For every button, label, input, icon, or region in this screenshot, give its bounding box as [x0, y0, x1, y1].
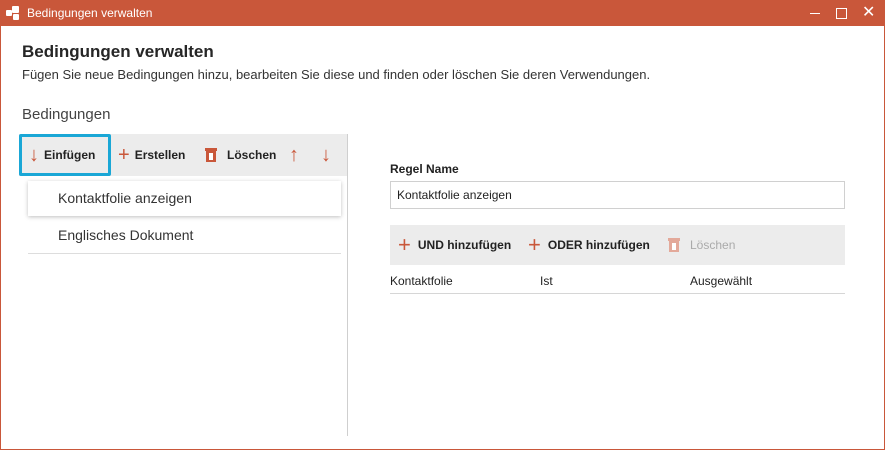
trash-icon [668, 238, 680, 252]
maximize-icon [836, 8, 847, 19]
add-or-button[interactable]: + ODER hinzufügen [528, 225, 650, 265]
add-and-label: UND hinzufügen [417, 238, 512, 252]
move-down-button[interactable]: ↓ [321, 134, 336, 176]
conditions-section-label: Bedingungen [22, 106, 111, 123]
list-item-label: Englisches Dokument [58, 227, 194, 243]
window-title: Bedingungen verwalten [27, 6, 153, 20]
create-button-label: Erstellen [134, 148, 186, 162]
minimize-icon [810, 13, 820, 14]
add-and-button[interactable]: + UND hinzufügen [398, 225, 511, 265]
app-icon [6, 6, 20, 20]
move-up-button[interactable]: ↑ [289, 134, 304, 176]
rule-name-input[interactable] [390, 181, 845, 209]
condition-value: Ausgewählt [690, 274, 753, 288]
list-item-label: Kontaktfolie anzeigen [58, 190, 192, 206]
insert-button-label: Einfügen [44, 148, 96, 162]
list-item[interactable]: Kontaktfolie anzeigen [28, 181, 341, 216]
dialog-window: Bedingungen verwalten ✕ Bedingungen verw… [0, 0, 885, 450]
list-item[interactable]: Englisches Dokument [28, 218, 341, 254]
arrow-down-icon: ↓ [29, 143, 39, 166]
arrow-up-icon: ↑ [289, 143, 299, 166]
minimize-button[interactable] [801, 1, 829, 26]
plus-icon: + [528, 232, 541, 257]
page-subtitle: Fügen Sie neue Bedingungen hinzu, bearbe… [22, 67, 651, 82]
panel-divider [347, 134, 348, 436]
rule-name-label: Regel Name [390, 162, 459, 176]
page-title: Bedingungen verwalten [22, 42, 214, 61]
table-row[interactable]: Kontaktfolie Ist Ausgewählt [390, 267, 845, 294]
delete-button[interactable]: Löschen [205, 134, 276, 176]
plus-icon: + [118, 143, 130, 166]
insert-button[interactable]: ↓ Einfügen [19, 134, 111, 176]
maximize-button[interactable] [827, 1, 855, 26]
rule-delete-label: Löschen [690, 238, 736, 252]
arrow-down-icon: ↓ [321, 143, 331, 166]
create-button[interactable]: + Erstellen [118, 134, 185, 176]
add-or-label: ODER hinzufügen [547, 238, 650, 252]
condition-field: Kontaktfolie [390, 274, 453, 288]
rule-toolbar: + UND hinzufügen + ODER hinzufügen Lösch… [390, 225, 845, 265]
conditions-toolbar: ↓ Einfügen + Erstellen Löschen ↑ ↓ [19, 134, 347, 176]
condition-operator: Ist [540, 274, 553, 288]
trash-icon [205, 148, 217, 162]
close-icon: ✕ [862, 4, 876, 21]
rule-delete-button[interactable]: Löschen [668, 225, 735, 265]
close-button[interactable]: ✕ [854, 1, 882, 26]
conditions-list: Kontaktfolie anzeigen Englisches Dokumen… [28, 181, 341, 254]
plus-icon: + [398, 232, 411, 257]
delete-button-label: Löschen [227, 148, 277, 162]
title-bar: Bedingungen verwalten ✕ [1, 1, 884, 26]
